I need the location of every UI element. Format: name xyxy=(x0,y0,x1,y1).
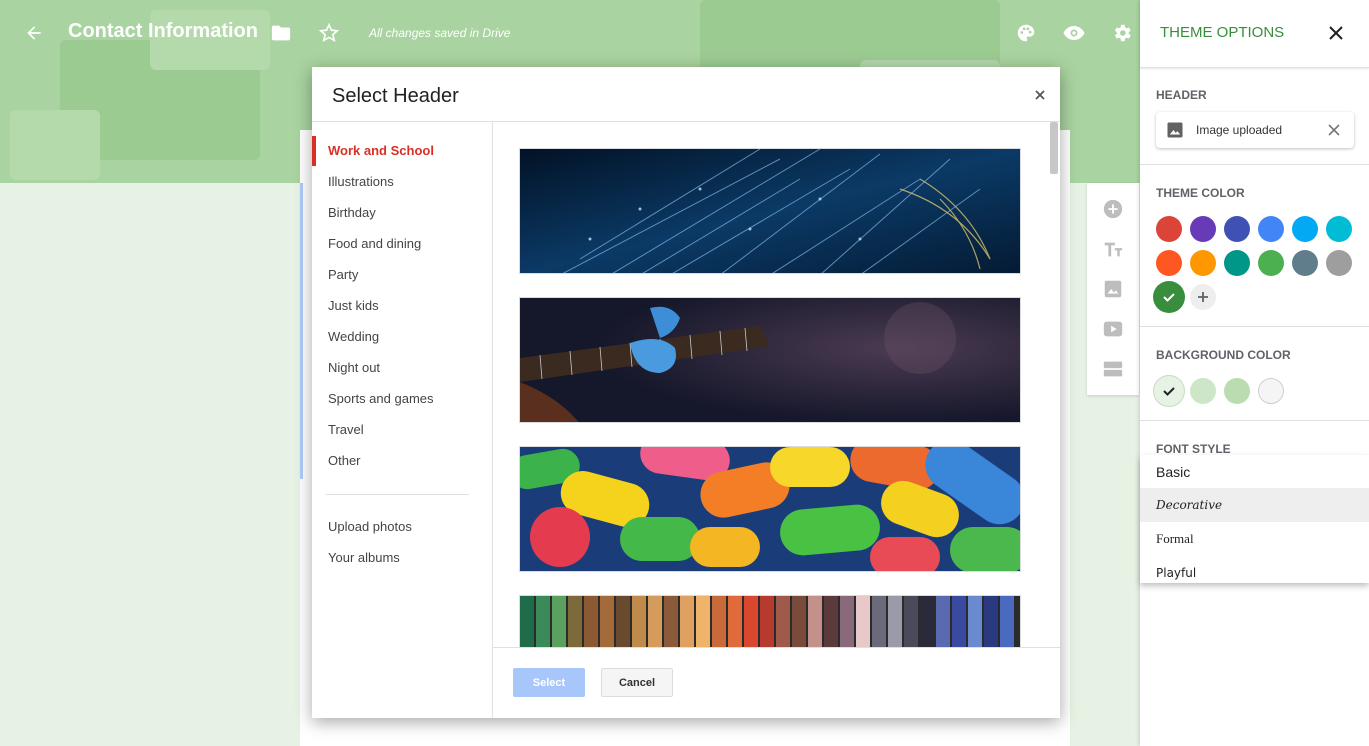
category-food-and-dining[interactable]: Food and dining xyxy=(328,236,421,251)
check-icon xyxy=(1163,387,1175,396)
background-color-swatch[interactable] xyxy=(1258,378,1284,404)
theme-color-swatch[interactable] xyxy=(1292,250,1318,276)
category-wedding[interactable]: Wedding xyxy=(328,329,379,344)
background-color-swatch[interactable] xyxy=(1153,375,1185,407)
font-option-label: Formal xyxy=(1156,531,1194,546)
title-text-icon[interactable] xyxy=(1101,237,1125,261)
theme-color-swatch[interactable] xyxy=(1258,216,1284,242)
palette-icon[interactable] xyxy=(1013,20,1039,46)
active-category-indicator xyxy=(312,136,316,166)
add-question-icon[interactable] xyxy=(1101,197,1125,221)
category-divider xyxy=(326,494,469,495)
folder-icon[interactable] xyxy=(268,20,294,46)
dialog-header: Select Header xyxy=(312,67,1060,122)
save-status: All changes saved in Drive xyxy=(369,26,511,40)
font-style-menu: Basic Decorative Formal Playful xyxy=(1140,455,1369,583)
header-image-chip[interactable]: Image uploaded xyxy=(1156,112,1354,148)
star-icon[interactable] xyxy=(316,20,342,46)
image-icon xyxy=(1166,121,1184,139)
header-image-gallery xyxy=(493,122,1060,647)
panel-divider xyxy=(1140,164,1369,165)
panel-header: THEME OPTIONS xyxy=(1140,0,1369,68)
category-birthday[interactable]: Birthday xyxy=(328,205,376,220)
theme-color-swatch[interactable] xyxy=(1156,250,1182,276)
category-illustrations[interactable]: Illustrations xyxy=(328,174,394,189)
top-app-bar: Contact Information All changes saved in… xyxy=(0,0,1140,66)
form-accent-bar xyxy=(300,183,303,479)
image-icon[interactable] xyxy=(1101,277,1125,301)
header-image-candy[interactable] xyxy=(519,446,1021,572)
close-panel-icon[interactable] xyxy=(1326,23,1346,43)
background-color-label: BACKGROUND COLOR xyxy=(1156,348,1291,362)
select-header-dialog: Select Header Work and School Illustrati… xyxy=(312,67,1060,718)
header-section-label: HEADER xyxy=(1156,88,1207,102)
your-albums-link[interactable]: Your albums xyxy=(328,550,400,565)
gear-icon[interactable] xyxy=(1109,20,1135,46)
category-work-and-school[interactable]: Work and School xyxy=(328,143,434,158)
gallery-scrollbar[interactable] xyxy=(1050,122,1058,174)
category-other[interactable]: Other xyxy=(328,453,361,468)
font-option-label: Basic xyxy=(1156,464,1191,480)
font-style-label: FONT STYLE xyxy=(1156,442,1231,456)
font-option-decorative[interactable]: Decorative xyxy=(1140,488,1369,522)
theme-color-swatch[interactable] xyxy=(1326,216,1352,242)
remove-header-icon[interactable] xyxy=(1326,122,1342,138)
header-chip-label: Image uploaded xyxy=(1196,123,1283,137)
dialog-footer: Select Cancel xyxy=(493,647,1060,718)
question-toolbar xyxy=(1087,183,1139,395)
panel-divider xyxy=(1140,420,1369,421)
background-color-swatch[interactable] xyxy=(1224,378,1250,404)
cancel-button[interactable]: Cancel xyxy=(601,668,673,697)
theme-color-swatch[interactable] xyxy=(1190,216,1216,242)
category-night-out[interactable]: Night out xyxy=(328,360,380,375)
add-custom-color-button[interactable] xyxy=(1190,284,1216,310)
theme-color-swatch[interactable] xyxy=(1326,250,1352,276)
font-option-formal[interactable]: Formal xyxy=(1140,522,1369,556)
category-list: Work and School Illustrations Birthday F… xyxy=(312,122,493,718)
background-color-swatch[interactable] xyxy=(1190,378,1216,404)
theme-color-swatch[interactable] xyxy=(1156,216,1182,242)
eye-icon[interactable] xyxy=(1061,20,1087,46)
select-button[interactable]: Select xyxy=(513,668,585,697)
panel-divider xyxy=(1140,326,1369,327)
category-travel[interactable]: Travel xyxy=(328,422,364,437)
panel-title: THEME OPTIONS xyxy=(1160,24,1285,41)
video-icon[interactable] xyxy=(1101,317,1125,341)
section-icon[interactable] xyxy=(1101,357,1125,381)
theme-color-swatch[interactable] xyxy=(1258,250,1284,276)
close-icon[interactable] xyxy=(1032,87,1048,103)
header-image-pencils[interactable] xyxy=(519,595,1021,647)
document-title[interactable]: Contact Information xyxy=(68,20,258,43)
theme-color-swatch[interactable] xyxy=(1224,216,1250,242)
theme-color-swatch[interactable] xyxy=(1153,281,1185,313)
font-option-basic[interactable]: Basic xyxy=(1140,455,1369,489)
header-image-guitar[interactable] xyxy=(519,297,1021,423)
plus-icon xyxy=(1198,292,1208,302)
font-option-label: Decorative xyxy=(1156,498,1223,512)
theme-color-swatch[interactable] xyxy=(1292,216,1318,242)
font-option-playful[interactable]: Playful xyxy=(1140,556,1369,590)
header-image-fiber-optic[interactable] xyxy=(519,148,1021,274)
back-arrow-icon[interactable] xyxy=(20,19,48,47)
theme-color-label: THEME COLOR xyxy=(1156,186,1245,200)
theme-color-swatch[interactable] xyxy=(1190,250,1216,276)
upload-photos-link[interactable]: Upload photos xyxy=(328,519,412,534)
theme-options-panel: THEME OPTIONS HEADER Image uploaded THEM… xyxy=(1140,0,1369,746)
theme-color-swatch[interactable] xyxy=(1224,250,1250,276)
category-sports-and-games[interactable]: Sports and games xyxy=(328,391,434,406)
category-just-kids[interactable]: Just kids xyxy=(328,298,379,313)
dialog-title: Select Header xyxy=(332,85,459,107)
check-icon xyxy=(1163,293,1175,302)
font-option-label: Playful xyxy=(1156,566,1197,580)
category-party[interactable]: Party xyxy=(328,267,358,282)
